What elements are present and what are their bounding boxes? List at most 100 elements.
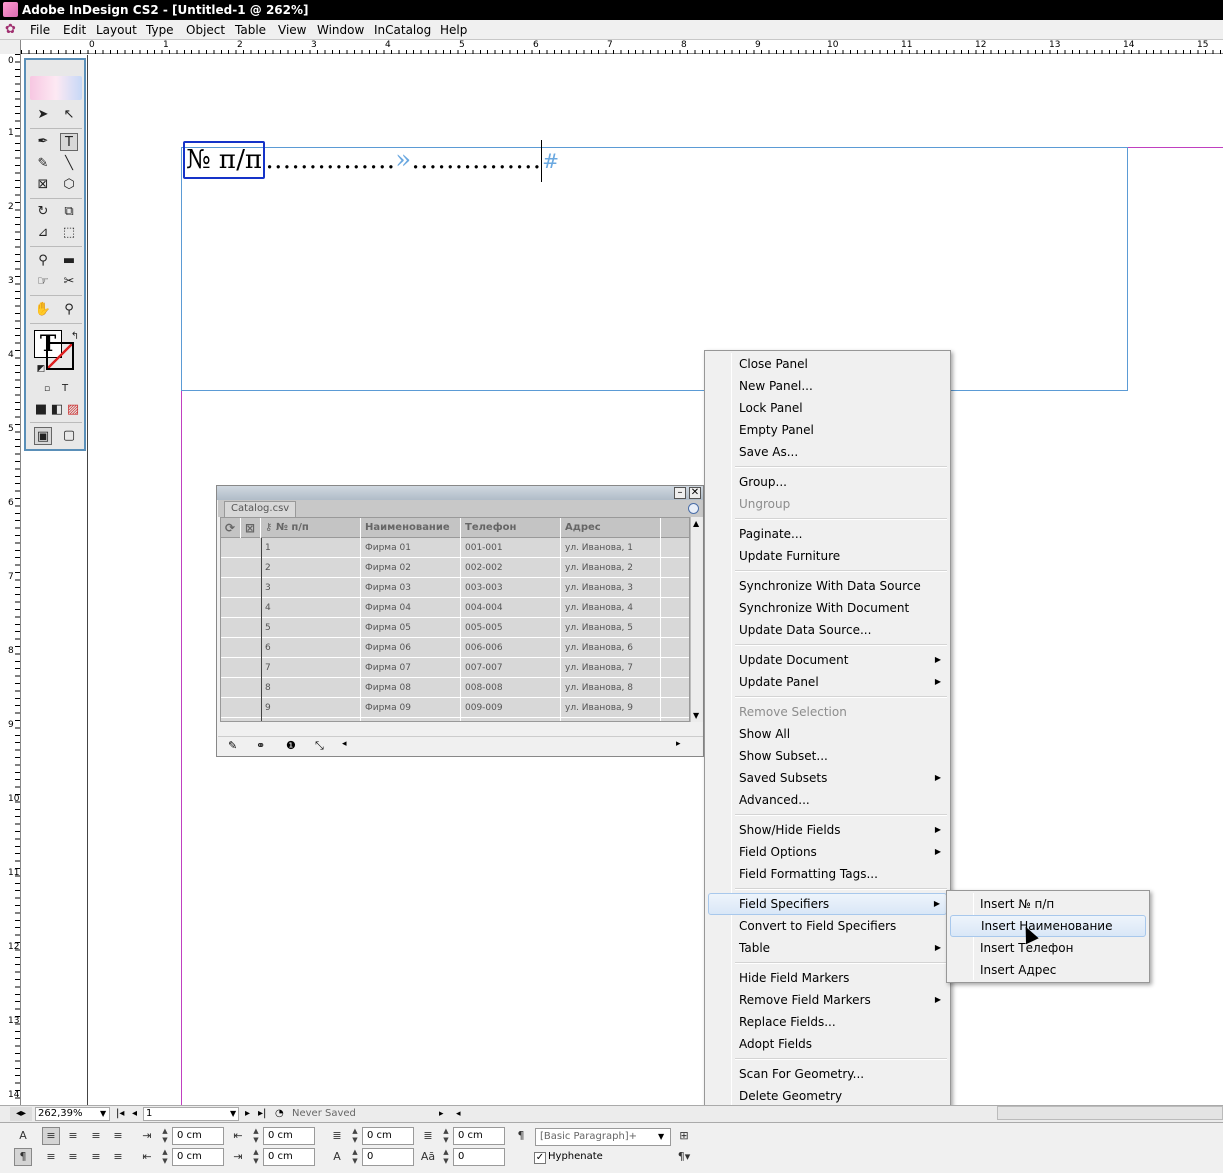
menu-item-scan-for-geometry[interactable]: Scan For Geometry... <box>708 1063 947 1085</box>
left-indent-field[interactable]: 0 cm <box>172 1127 224 1145</box>
spinner-icon[interactable]: ▲ ▼ <box>441 1148 451 1166</box>
menu-item-replace-fields[interactable]: Replace Fields... <box>708 1011 947 1033</box>
text-frame[interactable] <box>181 147 1128 391</box>
table-row[interactable]: 2 Фирма 02 002-002 ул. Иванова, 2 <box>221 558 689 578</box>
gradient-tool-icon[interactable]: ▬ <box>60 252 78 270</box>
scroll-up-icon[interactable]: ▲ <box>693 519 699 528</box>
scroll-right-icon[interactable]: ▸ <box>676 739 681 749</box>
justify-left-icon[interactable]: ≡ <box>109 1127 127 1145</box>
menu-item-advanced[interactable]: Advanced... <box>708 789 947 811</box>
menu-item-group[interactable]: Group... <box>708 471 947 493</box>
menu-item-new-panel[interactable]: New Panel... <box>708 375 947 397</box>
column-header-name[interactable]: Наименование <box>361 518 461 538</box>
submenu-item-insert-name[interactable]: Insert Наименование <box>950 915 1146 937</box>
minimize-icon[interactable]: – <box>674 487 686 499</box>
menu-item-lock-panel[interactable]: Lock Panel <box>708 397 947 419</box>
ruler-origin[interactable] <box>0 40 21 54</box>
menu-item-update-document[interactable]: Update Document ▶ <box>708 649 947 671</box>
character-mode-icon[interactable]: A <box>14 1127 32 1145</box>
table-row[interactable]: 10Фирма 10010-010ул. Иванова, 10 <box>221 718 689 721</box>
page-field[interactable]: 1 <box>143 1107 239 1121</box>
paragraph-mode-icon[interactable]: ¶ <box>14 1148 32 1166</box>
menu-edit[interactable]: Edit <box>63 22 86 38</box>
menu-item-update-data-source[interactable]: Update Data Source... <box>708 619 947 641</box>
scale-tool-icon[interactable]: ⧉ <box>60 203 78 221</box>
menu-item-empty-panel[interactable]: Empty Panel <box>708 419 947 441</box>
menu-item-saved-subsets[interactable]: Saved Subsets ▶ <box>708 767 947 789</box>
rotate-tool-icon[interactable]: ↻ <box>34 203 52 221</box>
panel-tab-catalog[interactable]: Catalog.csv <box>224 501 297 517</box>
menu-help[interactable]: Help <box>440 22 467 38</box>
menu-item-close-panel[interactable]: Close Panel <box>708 353 947 375</box>
table-row[interactable]: 5 Фирма 05 005-005 ул. Иванова, 5 <box>221 618 689 638</box>
spinner-icon[interactable]: ▲ ▼ <box>251 1148 261 1166</box>
align-left-icon[interactable]: ≡ <box>42 1127 60 1145</box>
status-menu-icon[interactable]: ▸ <box>439 1107 444 1121</box>
first-line-indent-field[interactable]: 0 cm <box>172 1148 224 1166</box>
close-icon[interactable]: ✕ <box>689 487 701 499</box>
shear-tool-icon[interactable]: ⊿ <box>34 224 52 242</box>
menu-item-show-subset[interactable]: Show Subset... <box>708 745 947 767</box>
submenu-item-insert-number[interactable]: Insert № п/п <box>950 893 1146 915</box>
style-options-icon[interactable]: ⊞ <box>675 1127 693 1145</box>
align-center-icon[interactable]: ≡ <box>64 1127 82 1145</box>
column-header-address[interactable]: Адрес <box>561 518 661 538</box>
formatting-container-icon[interactable]: ▫ <box>38 380 56 398</box>
spinner-icon[interactable]: ▲ ▼ <box>251 1127 261 1145</box>
spinner-icon[interactable]: ▲ ▼ <box>350 1148 360 1166</box>
field-marker[interactable]: № п/п <box>183 141 266 179</box>
menu-item-show-all[interactable]: Show All <box>708 723 947 745</box>
menu-table[interactable]: Table <box>235 22 266 38</box>
apply-none-icon[interactable]: ▨ <box>64 401 82 419</box>
menu-item-remove-field-markers[interactable]: Remove Field Markers ▶ <box>708 989 947 1011</box>
pencil-tool-icon[interactable]: ✎ <box>34 155 52 173</box>
page-dropdown-icon[interactable]: ▼ <box>230 1107 236 1121</box>
line-tool-icon[interactable]: ╲ <box>60 155 78 173</box>
drop-cap-lines-field[interactable]: 0 <box>362 1148 414 1166</box>
menu-window[interactable]: Window <box>317 22 364 38</box>
menu-item-table[interactable]: Table ▶ <box>708 937 947 959</box>
justify-center-icon[interactable]: ≡ <box>42 1148 60 1166</box>
menu-view[interactable]: View <box>278 22 306 38</box>
rectangle-frame-tool-icon[interactable]: ⊠ <box>34 176 52 194</box>
last-page-icon[interactable]: ▸| <box>258 1107 266 1121</box>
panel-menu-icon[interactable] <box>688 503 699 514</box>
page-spread-icon[interactable]: ◂▸ <box>10 1107 32 1121</box>
zoom-field[interactable]: 262,39% <box>35 1107 110 1121</box>
collapse-icon[interactable]: ⤡ <box>315 739 324 753</box>
pen-tool-icon[interactable]: ✒ <box>34 133 52 151</box>
panel-titlebar[interactable] <box>217 486 703 500</box>
vertical-scrollbar[interactable]: ▲ ▼ <box>690 517 703 722</box>
spinner-icon[interactable]: ▲ ▼ <box>160 1148 170 1166</box>
text-frame-content[interactable]: № п/п ……………»……………# <box>183 140 559 182</box>
menu-item-field-options[interactable]: Field Options ▶ <box>708 841 947 863</box>
scissors-tool-icon[interactable]: ✂ <box>60 273 78 291</box>
menu-item-convert-to-field-specifiers[interactable]: Convert to Field Specifiers <box>708 915 947 937</box>
table-row[interactable]: 8 Фирма 08 008-008 ул. Иванова, 8 <box>221 678 689 698</box>
previous-page-icon[interactable]: ◂ <box>132 1107 137 1121</box>
button-tool-icon[interactable]: ☞ <box>34 273 52 291</box>
menu-item-update-panel[interactable]: Update Panel ▶ <box>708 671 947 693</box>
eyedropper-tool-icon[interactable]: ⚲ <box>34 252 52 270</box>
menu-item-update-furniture[interactable]: Update Furniture <box>708 545 947 567</box>
zoom-tool-icon[interactable]: ⚲ <box>60 301 78 319</box>
last-line-indent-field[interactable]: 0 cm <box>263 1148 315 1166</box>
horizontal-scroll-thumb[interactable] <box>997 1106 1223 1120</box>
info-icon[interactable]: ❶ <box>286 739 296 752</box>
menu-item-field-formatting-tags[interactable]: Field Formatting Tags... <box>708 863 947 885</box>
align-right-icon[interactable]: ≡ <box>87 1127 105 1145</box>
swap-fill-stroke-icon[interactable]: ↰ <box>66 328 84 346</box>
vertical-ruler[interactable]: 0 1 2 3 4 5 6 7 8 9 10 11 12 13 14 <box>0 54 21 1106</box>
space-after-field[interactable]: 0 cm <box>453 1127 505 1145</box>
submenu-item-insert-address[interactable]: Insert Адрес <box>950 959 1146 981</box>
menu-item-delete-geometry[interactable]: Delete Geometry <box>708 1085 947 1107</box>
spinner-icon[interactable]: ▲ ▼ <box>350 1127 360 1145</box>
table-row[interactable]: 3 Фирма 03 003-003 ул. Иванова, 3 <box>221 578 689 598</box>
mark-icon[interactable]: ⊠ <box>241 518 261 538</box>
binoculars-icon[interactable]: ⚭ <box>256 739 265 752</box>
chevron-down-icon[interactable]: ▼ <box>658 1132 664 1141</box>
menu-type[interactable]: Type <box>146 22 174 38</box>
hscroll-left-icon[interactable]: ◂ <box>456 1107 461 1121</box>
table-row[interactable]: 9 Фирма 09 009-009 ул. Иванова, 9 <box>221 698 689 718</box>
menu-item-adopt-fields[interactable]: Adopt Fields <box>708 1033 947 1055</box>
